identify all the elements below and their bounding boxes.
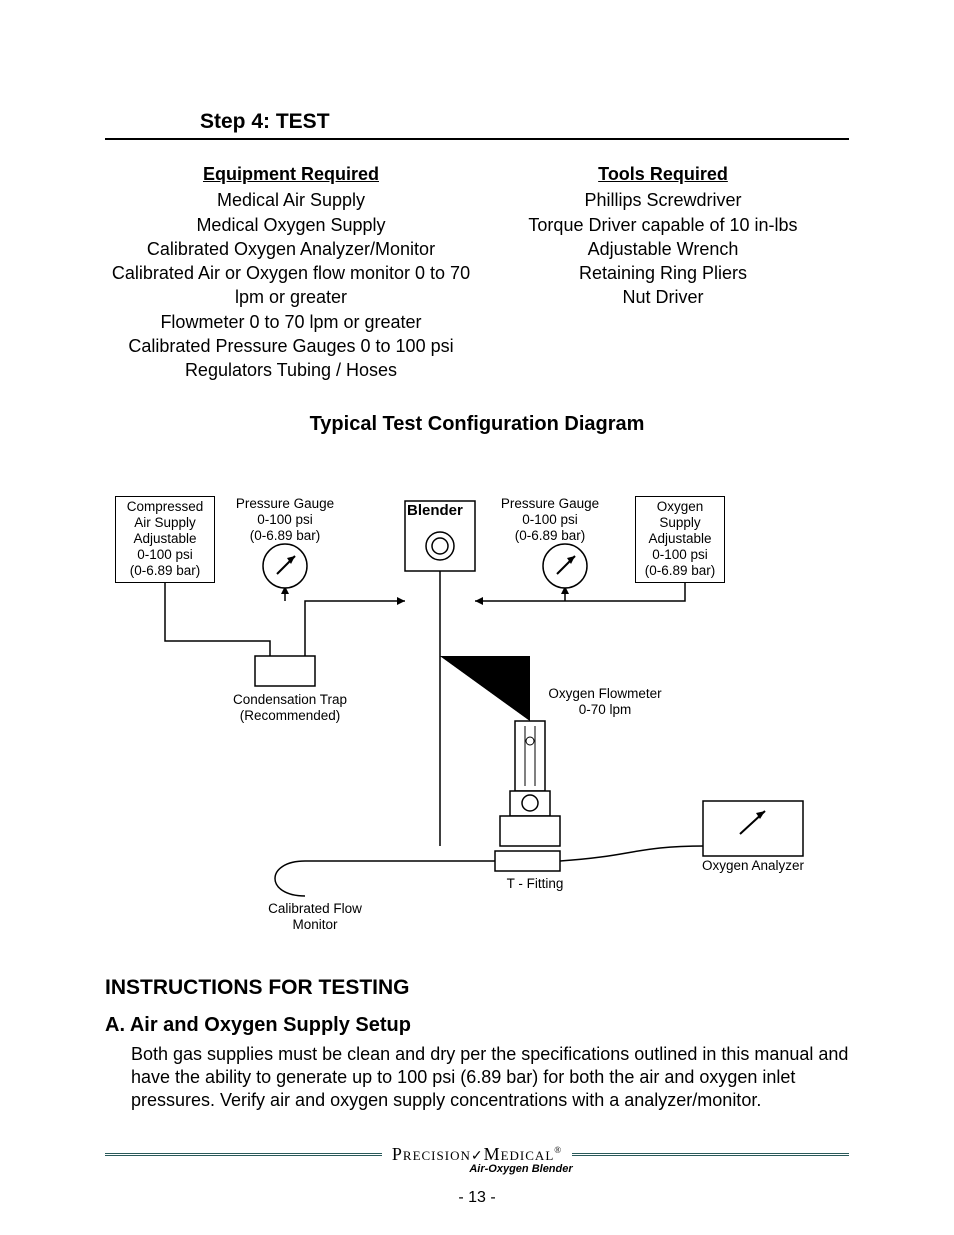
oxygen-flowmeter-label: Oxygen Flowmeter0-70 lpm: [545, 686, 665, 718]
equipment-item: Regulators Tubing / Hoses: [185, 360, 397, 380]
tools-column: Tools Required Phillips Screwdriver Torq…: [477, 162, 849, 383]
equipment-item: Medical Air Supply: [217, 190, 365, 210]
footer-subtitle: Air-Oxygen Blender: [105, 1163, 849, 1175]
equipment-item: Calibrated Pressure Gauges 0 to 100 psi: [128, 336, 453, 356]
equipment-item: Calibrated Air or Oxygen flow monitor 0 …: [112, 263, 470, 307]
diagram-title: Typical Test Configuration Diagram: [105, 413, 849, 436]
condensation-trap-label: Condensation Trap(Recommended): [225, 692, 355, 724]
equipment-column: Equipment Required Medical Air Supply Me…: [105, 162, 477, 383]
tools-item: Nut Driver: [622, 287, 703, 307]
step-divider-rule: [105, 138, 849, 140]
equipment-item: Medical Oxygen Supply: [196, 215, 385, 235]
tools-item: Adjustable Wrench: [588, 239, 739, 259]
step-header: Step 4: TEST: [105, 110, 849, 138]
tools-item: Phillips Screwdriver: [584, 190, 741, 210]
requirements-columns: Equipment Required Medical Air Supply Me…: [105, 162, 849, 383]
gauge-right-label: Pressure Gauge0-100 psi(0-6.89 bar): [500, 496, 600, 545]
brand-glyph-icon: ✓: [471, 1149, 484, 1164]
brand-logo: Precision✓Medical®: [392, 1144, 562, 1165]
equipment-item: Calibrated Oxygen Analyzer/Monitor: [147, 239, 435, 259]
tools-item: Torque Driver capable of 10 in-lbs: [528, 215, 797, 235]
page-footer: Precision✓Medical® Air-Oxygen Blender: [105, 1144, 849, 1175]
equipment-item: Flowmeter 0 to 70 lpm or greater: [160, 312, 421, 332]
flow-monitor-label: Calibrated FlowMonitor: [255, 901, 375, 933]
tools-item: Retaining Ring Pliers: [579, 263, 747, 283]
section-a-body: Both gas supplies must be clean and dry …: [105, 1043, 849, 1113]
page-number: - 13 -: [0, 1189, 954, 1207]
footer-rule-left: [105, 1153, 382, 1156]
air-supply-box: CompressedAir SupplyAdjustable0-100 psi(…: [115, 496, 215, 583]
oxygen-analyzer-label: Oxygen Analyzer: [701, 858, 805, 874]
instructions-heading: INSTRUCTIONS FOR TESTING: [105, 976, 849, 1000]
flowmeter-icon: [495, 721, 560, 871]
footer-rule-right: [572, 1153, 849, 1156]
blender-label: Blender: [407, 502, 463, 520]
tools-heading: Tools Required: [598, 162, 728, 186]
oxygen-supply-box: OxygenSupplyAdjustable0-100 psi(0-6.89 b…: [635, 496, 725, 583]
equipment-heading: Equipment Required: [203, 162, 379, 186]
gauge-left-label: Pressure Gauge0-100 psi(0-6.89 bar): [235, 496, 335, 545]
test-configuration-diagram: CompressedAir SupplyAdjustable0-100 psi(…: [105, 456, 849, 946]
section-a-heading: A. Air and Oxygen Supply Setup: [105, 1014, 849, 1037]
t-fitting-label: T - Fitting: [500, 876, 570, 892]
